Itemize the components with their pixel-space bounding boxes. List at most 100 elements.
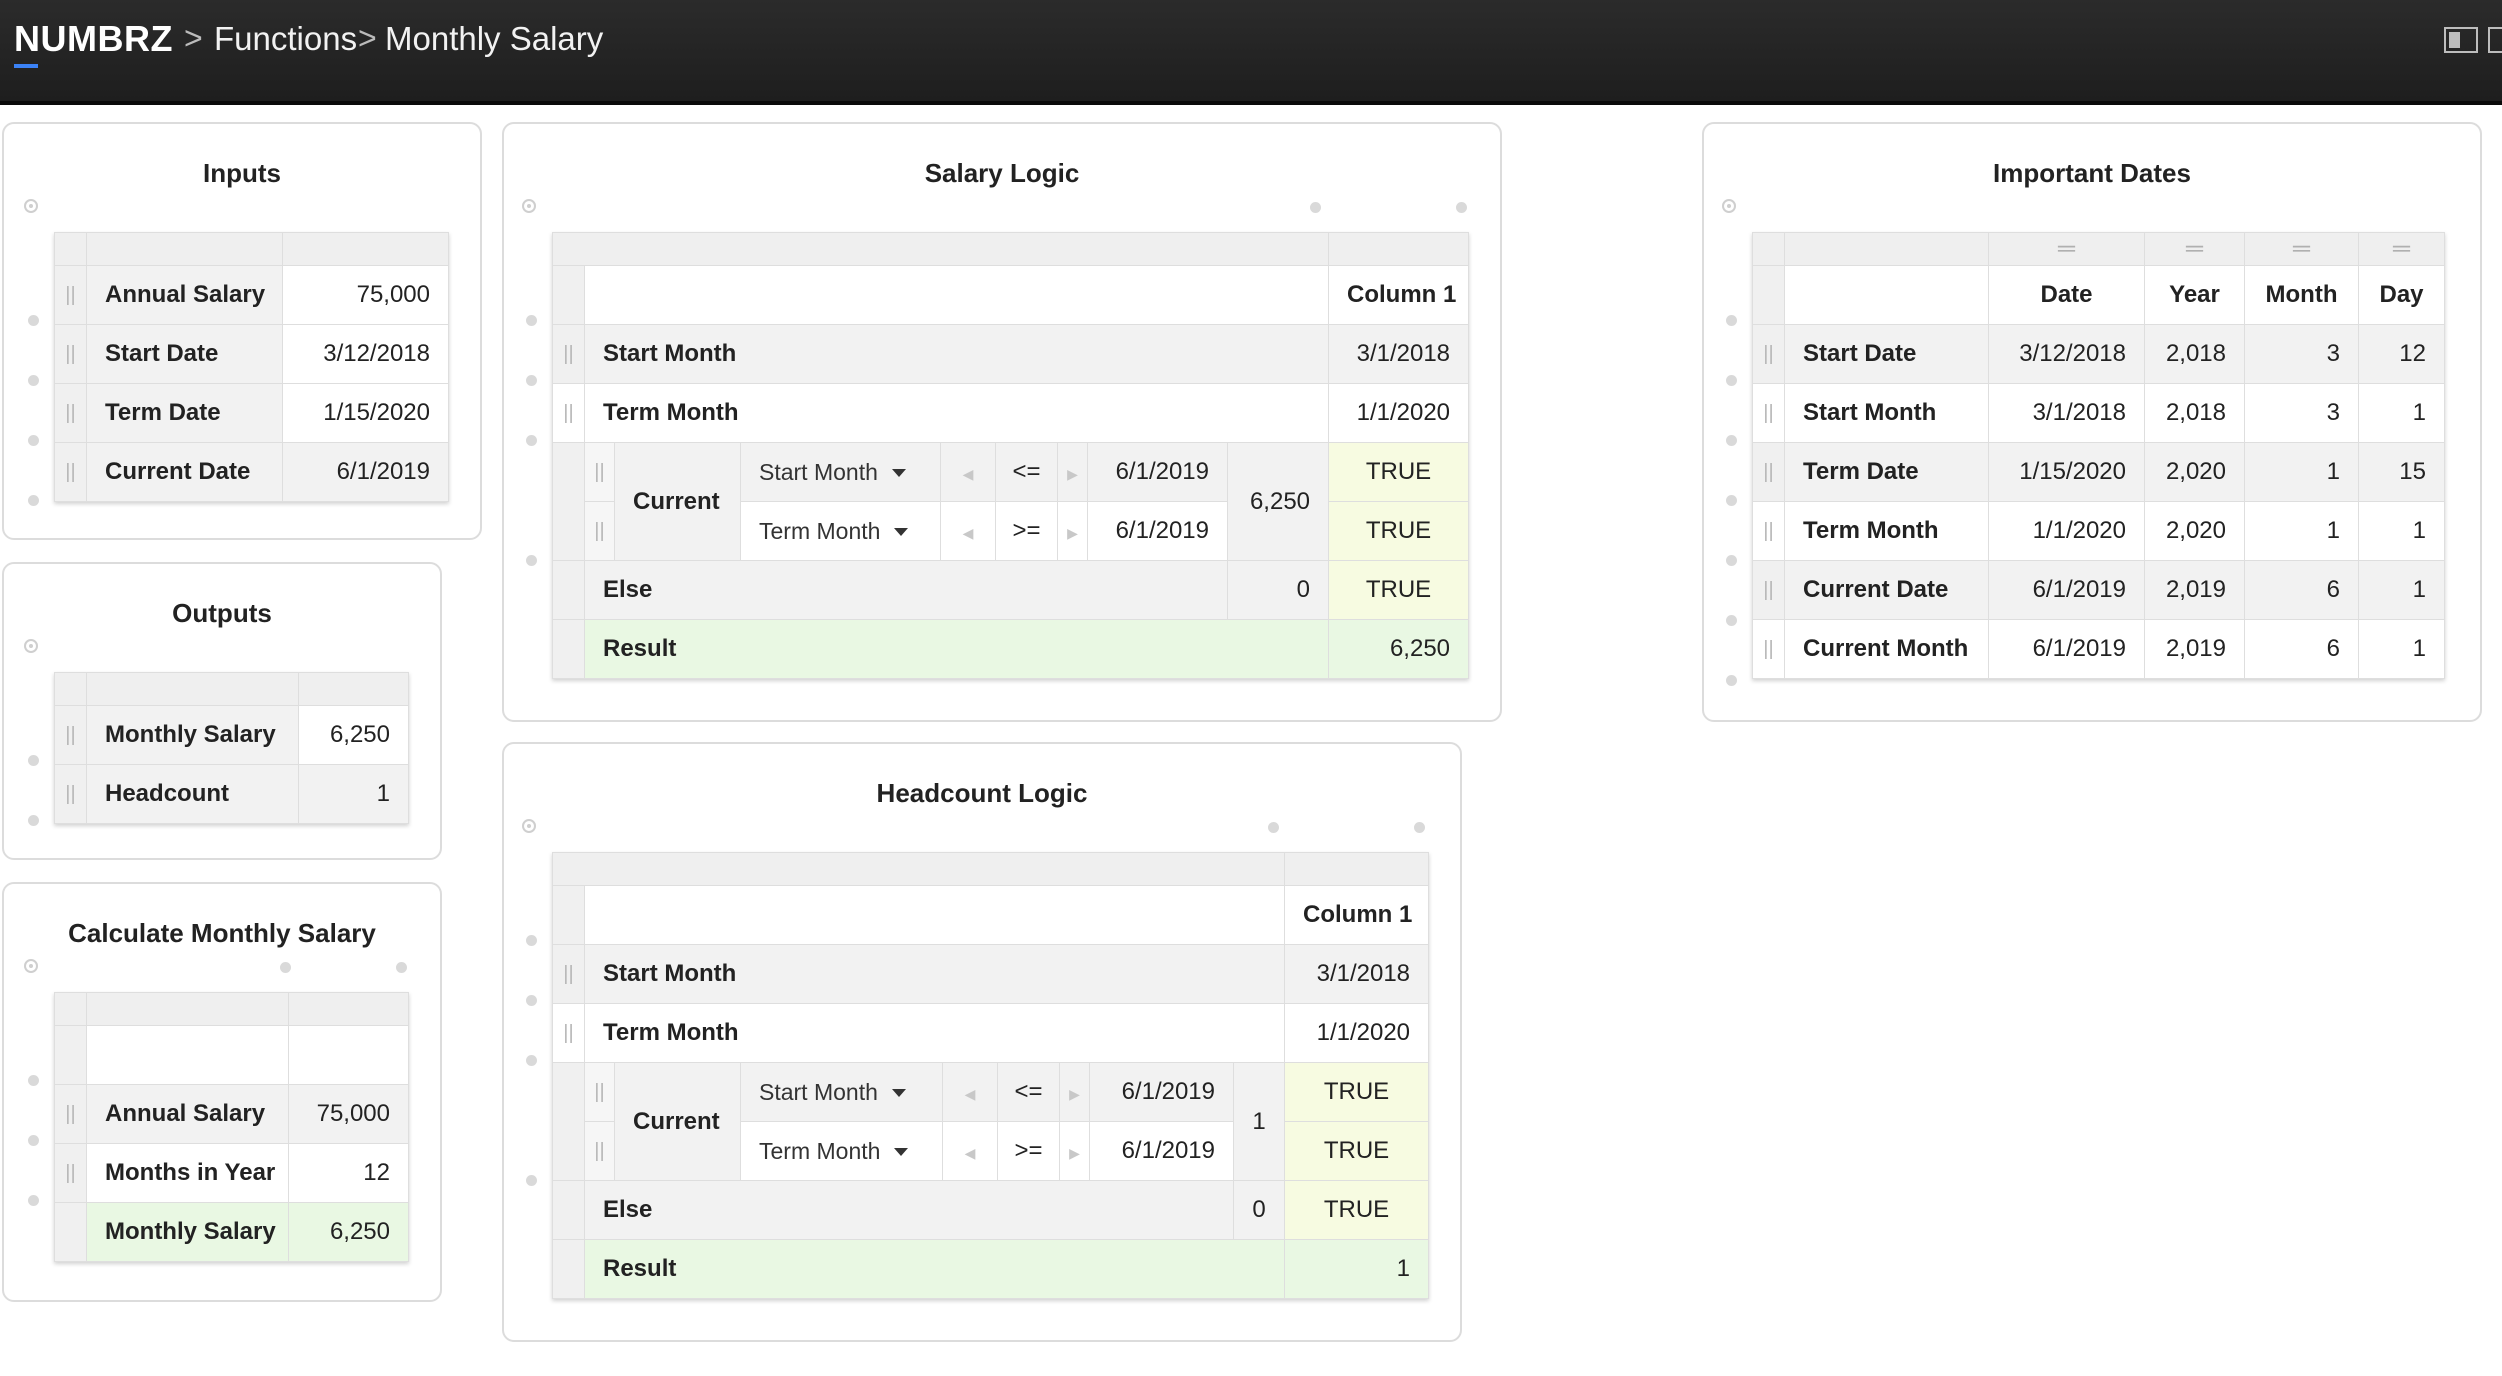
month-cell[interactable]: 6 bbox=[2244, 560, 2359, 620]
row-dot[interactable] bbox=[526, 315, 537, 326]
drag-handle-icon[interactable]: || bbox=[54, 442, 87, 502]
operator-cell[interactable]: <= bbox=[995, 442, 1058, 502]
input-value-cell[interactable]: 6/1/2019 bbox=[282, 442, 449, 502]
column-header[interactable]: Day bbox=[2358, 265, 2445, 325]
anchor-icon[interactable] bbox=[1722, 199, 1736, 213]
operator-cell[interactable]: <= bbox=[997, 1062, 1060, 1122]
column-menu-icon[interactable]: ═ bbox=[2144, 232, 2245, 266]
output-value-cell[interactable]: 1 bbox=[298, 764, 409, 824]
column-header[interactable]: Year bbox=[2144, 265, 2245, 325]
field-select[interactable]: Start Month bbox=[740, 1062, 943, 1122]
drag-handle-icon[interactable]: || bbox=[584, 501, 615, 561]
drag-handle-icon[interactable]: || bbox=[552, 383, 585, 443]
column-dot[interactable] bbox=[1456, 202, 1467, 213]
operator-prev[interactable]: ◀ bbox=[940, 442, 996, 502]
row-dot[interactable] bbox=[526, 935, 537, 946]
year-cell[interactable]: 2,019 bbox=[2144, 560, 2245, 620]
year-cell[interactable]: 2,020 bbox=[2144, 442, 2245, 502]
value-cell[interactable]: 1/1/2020 bbox=[1328, 383, 1470, 443]
anchor-icon[interactable] bbox=[24, 199, 38, 213]
input-value-cell[interactable]: 75,000 bbox=[282, 265, 449, 325]
row-dot[interactable] bbox=[1726, 555, 1737, 566]
date-cell[interactable]: 3/12/2018 bbox=[1988, 324, 2145, 384]
output-value-cell[interactable]: 6,250 bbox=[298, 705, 409, 765]
year-cell[interactable]: 2,020 bbox=[2144, 501, 2245, 561]
operator-next[interactable]: ▶ bbox=[1059, 1062, 1090, 1122]
year-cell[interactable]: 2,019 bbox=[2144, 619, 2245, 679]
row-dot[interactable] bbox=[28, 755, 39, 766]
row-dot[interactable] bbox=[28, 1195, 39, 1206]
row-dot[interactable] bbox=[28, 495, 39, 506]
else-value[interactable]: 0 bbox=[1232, 1180, 1286, 1240]
drag-handle-icon[interactable]: || bbox=[1752, 442, 1785, 502]
row-dot[interactable] bbox=[1726, 495, 1737, 506]
panel-toggle-icon[interactable] bbox=[2444, 27, 2478, 53]
month-cell[interactable]: 1 bbox=[2244, 442, 2359, 502]
operator-cell[interactable]: >= bbox=[995, 501, 1058, 561]
row-dot[interactable] bbox=[28, 1135, 39, 1146]
row-dot[interactable] bbox=[526, 1055, 537, 1066]
year-cell[interactable]: 2,018 bbox=[2144, 383, 2245, 443]
drag-handle-icon[interactable]: || bbox=[54, 324, 87, 384]
drag-handle-icon[interactable]: || bbox=[54, 1143, 87, 1203]
year-cell[interactable]: 2,018 bbox=[2144, 324, 2245, 384]
operand-cell[interactable]: 6/1/2019 bbox=[1089, 1121, 1234, 1181]
row-dot[interactable] bbox=[1726, 675, 1737, 686]
column-menu-icon[interactable]: ═ bbox=[1988, 232, 2145, 266]
value-cell[interactable]: 12 bbox=[288, 1143, 409, 1203]
operator-cell[interactable]: >= bbox=[997, 1121, 1060, 1181]
anchor-icon[interactable] bbox=[522, 199, 536, 213]
row-dot[interactable] bbox=[526, 1175, 537, 1186]
column-dot[interactable] bbox=[1268, 822, 1279, 833]
row-dot[interactable] bbox=[28, 1075, 39, 1086]
row-dot[interactable] bbox=[1726, 615, 1737, 626]
column-header[interactable]: Column 1 bbox=[1284, 885, 1430, 945]
day-cell[interactable]: 1 bbox=[2358, 560, 2445, 620]
row-dot[interactable] bbox=[1726, 435, 1737, 446]
row-dot[interactable] bbox=[1726, 315, 1737, 326]
operator-next[interactable]: ▶ bbox=[1059, 1121, 1090, 1181]
drag-handle-icon[interactable]: || bbox=[54, 383, 87, 443]
breadcrumb-functions[interactable]: Functions bbox=[214, 20, 357, 58]
date-cell[interactable]: 3/1/2018 bbox=[1988, 383, 2145, 443]
drag-handle-icon[interactable]: || bbox=[1752, 619, 1785, 679]
drag-handle-icon[interactable]: || bbox=[584, 1121, 615, 1181]
column-dot[interactable] bbox=[396, 962, 407, 973]
day-cell[interactable]: 1 bbox=[2358, 383, 2445, 443]
date-cell[interactable]: 6/1/2019 bbox=[1988, 619, 2145, 679]
field-select[interactable]: Term Month bbox=[740, 1121, 943, 1181]
app-logo[interactable]: NUMBRZ bbox=[14, 18, 173, 60]
drag-handle-icon[interactable]: || bbox=[1752, 324, 1785, 384]
row-dot[interactable] bbox=[28, 435, 39, 446]
date-cell[interactable]: 6/1/2019 bbox=[1988, 560, 2145, 620]
row-dot[interactable] bbox=[526, 375, 537, 386]
day-cell[interactable]: 1 bbox=[2358, 501, 2445, 561]
drag-handle-icon[interactable]: || bbox=[54, 764, 87, 824]
row-dot[interactable] bbox=[526, 555, 537, 566]
drag-handle-icon[interactable]: || bbox=[54, 705, 87, 765]
column-header[interactable]: Column 1 bbox=[1328, 265, 1470, 325]
anchor-icon[interactable] bbox=[522, 819, 536, 833]
value-cell[interactable]: 75,000 bbox=[288, 1084, 409, 1144]
day-cell[interactable]: 1 bbox=[2358, 619, 2445, 679]
drag-handle-icon[interactable]: || bbox=[54, 265, 87, 325]
drag-handle-icon[interactable]: || bbox=[1752, 560, 1785, 620]
row-dot[interactable] bbox=[526, 435, 537, 446]
column-dot[interactable] bbox=[280, 962, 291, 973]
date-cell[interactable]: 1/15/2020 bbox=[1988, 442, 2145, 502]
value-cell[interactable]: 3/1/2018 bbox=[1328, 324, 1470, 384]
field-select[interactable]: Start Month bbox=[740, 442, 941, 502]
day-cell[interactable]: 12 bbox=[2358, 324, 2445, 384]
row-dot[interactable] bbox=[28, 315, 39, 326]
value-cell[interactable]: 6,250 bbox=[288, 1202, 409, 1262]
day-cell[interactable]: 15 bbox=[2358, 442, 2445, 502]
case-value[interactable]: 1 bbox=[1232, 1062, 1286, 1181]
row-dot[interactable] bbox=[28, 375, 39, 386]
month-cell[interactable]: 6 bbox=[2244, 619, 2359, 679]
month-cell[interactable]: 1 bbox=[2244, 501, 2359, 561]
panel-toggle-icon[interactable] bbox=[2488, 27, 2502, 53]
operand-cell[interactable]: 6/1/2019 bbox=[1087, 501, 1228, 561]
drag-handle-icon[interactable]: || bbox=[54, 1084, 87, 1144]
else-value[interactable]: 0 bbox=[1226, 560, 1330, 620]
operator-next[interactable]: ▶ bbox=[1057, 501, 1088, 561]
